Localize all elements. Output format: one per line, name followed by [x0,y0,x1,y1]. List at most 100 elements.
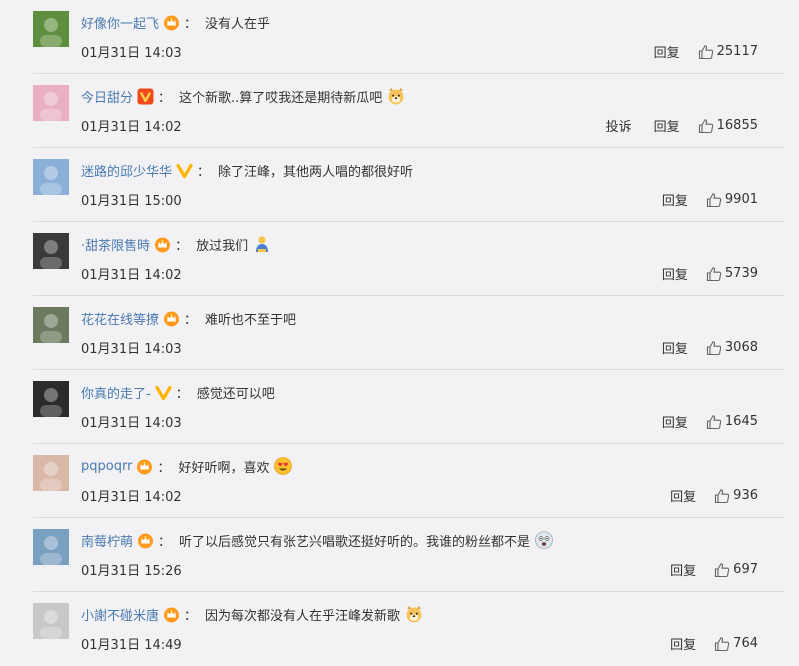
like-button[interactable]: 1645 [706,414,758,430]
comment-text: 听了以后感觉只有张艺兴唱歌还挺好听的。我谁的粉丝都不是 [179,534,531,550]
like-button[interactable]: 16855 [698,118,758,134]
colon-separator: ： [158,90,172,106]
comment-text: 因为每次都没有人在乎汪峰发新歌 [205,608,401,624]
like-button[interactable]: 936 [714,488,758,504]
like-count: 936 [733,488,758,503]
avatar[interactable] [33,455,69,491]
comment-item: 好像你一起飞 ： 没有人在乎 01月31日 14:03 回复 25117 [0,0,799,74]
comment-line: 花花在线等撩 ： 难听也不至于吧 [81,306,296,330]
comment-timestamp: 01月31日 15:26 [81,564,182,579]
username-link[interactable]: 迷路的邱少华华 [81,161,172,180]
like-count: 697 [733,562,758,577]
comment-text: 好好听啊，喜欢 [178,460,270,476]
comment-item: 你真的走了- ： 感觉还可以吧 01月31日 14:03 回复 1645 [0,370,799,444]
comment-line: 迷路的邱少华华 ： 除了汪峰，其他两人唱的都很好听 [81,158,413,182]
colon-separator: ： [197,164,211,180]
comment-item: 小謝不碰米唐 ： 因为每次都没有人在乎汪峰发新歌 01月31日 14:49 回复… [0,592,799,666]
comment-timestamp: 01月31日 14:49 [81,638,182,653]
thumbs-up-icon [715,488,730,503]
avatar[interactable] [33,307,69,343]
comment-item: 迷路的邱少华华 ： 除了汪峰，其他两人唱的都很好听 01月31日 15:00 回… [0,148,799,222]
scared-face-emoji [534,530,554,550]
comment-timestamp: 01月31日 14:02 [81,120,182,135]
comment-text: 难听也不至于吧 [205,312,297,328]
thumbs-up-icon [698,44,713,59]
like-count: 3068 [724,340,758,355]
username-link[interactable]: pqpoqrr [81,459,132,474]
comment-timestamp: 01月31日 14:03 [81,416,182,431]
colon-separator: ： [175,238,189,254]
comment-text: 没有人在乎 [205,16,271,32]
username-link[interactable]: ·甜茶限售時 [81,235,150,254]
comment-timestamp: 01月31日 14:03 [81,342,182,357]
colon-separator: ： [184,312,198,328]
crown-badge-icon [163,14,180,31]
reply-button[interactable]: 回复 [662,190,688,209]
colon-separator: ： [184,608,198,624]
comment-line: pqpoqrr ： 好好听啊，喜欢 [81,454,293,478]
thumbs-up-icon [698,118,713,133]
colon-separator: ： [157,460,171,476]
avatar[interactable] [33,603,69,639]
dog-face-emoji [404,604,424,624]
crown-badge-icon [163,606,180,623]
comment-text: 除了汪峰，其他两人唱的都很好听 [218,164,414,180]
like-button[interactable]: 697 [714,562,758,578]
dog-face-emoji [386,86,406,106]
reply-button[interactable]: 回复 [662,412,688,431]
thumbs-up-icon [715,562,730,577]
username-link[interactable]: 好像你一起飞 [81,13,159,32]
comment-timestamp: 01月31日 15:00 [81,194,182,209]
username-link[interactable]: 你真的走了- [81,383,151,402]
reply-button[interactable]: 回复 [662,338,688,357]
comment-timestamp: 01月31日 14:02 [81,268,182,283]
avatar[interactable] [33,233,69,269]
avatar[interactable] [33,381,69,417]
like-count: 25117 [716,44,758,59]
like-count: 9901 [724,192,758,207]
avatar[interactable] [33,11,69,47]
comment-actions: 回复 3068 [662,338,758,357]
reply-button[interactable]: 回复 [670,486,696,505]
avatar[interactable] [33,529,69,565]
like-count: 764 [733,636,758,651]
colon-separator: ： [184,16,198,32]
crown-badge-icon [163,310,180,327]
comment-text: 这个新歌..算了哎我还是期待新瓜吧 [179,90,383,106]
crown-badge-icon [137,532,154,549]
report-button[interactable]: 投诉 [606,116,632,135]
username-link[interactable]: 花花在线等撩 [81,309,159,328]
comment-timestamp: 01月31日 14:03 [81,46,182,61]
comment-line: 今日甜分 ： 这个新歌..算了哎我还是期待新瓜吧 [81,84,406,108]
comment-actions: 回复 936 [670,486,758,505]
avatar[interactable] [33,159,69,195]
reply-button[interactable]: 回复 [654,42,680,61]
like-button[interactable]: 25117 [698,44,758,60]
username-link[interactable]: 今日甜分 [81,87,133,106]
thumbs-up-icon [706,414,722,429]
comment-item: ·甜茶限售時 ： 放过我们 01月31日 14:02 回复 5739 [0,222,799,296]
comment-text: 放过我们 [196,238,249,254]
comment-line: ·甜茶限售時 ： 放过我们 [81,232,272,256]
heart-eyes-emoji [273,456,293,476]
reply-button[interactable]: 回复 [670,560,696,579]
like-count: 5739 [724,266,758,281]
reply-button[interactable]: 回复 [654,116,680,135]
crown-badge-icon [154,236,171,253]
comment-timestamp: 01月31日 14:02 [81,490,182,505]
username-link[interactable]: 小謝不碰米唐 [81,605,159,624]
avatar[interactable] [33,85,69,121]
like-button[interactable]: 5739 [706,266,758,282]
like-button[interactable]: 764 [714,636,758,652]
comment-item: pqpoqrr ： 好好听啊，喜欢 01月31日 14:02 回复 936 [0,444,799,518]
reply-button[interactable]: 回复 [662,264,688,283]
like-button[interactable]: 3068 [706,340,758,356]
comment-actions: 回复 25117 [654,42,758,61]
comment-actions: 投诉 回复 16855 [606,116,758,135]
username-link[interactable]: 南莓柠萌 [81,531,133,550]
comment-list: 好像你一起飞 ： 没有人在乎 01月31日 14:03 回复 25117 今日甜… [0,0,799,656]
reply-button[interactable]: 回复 [670,634,696,653]
like-button[interactable]: 9901 [706,192,758,208]
thumbs-up-icon [706,340,722,355]
thumbs-up-icon [706,266,722,281]
